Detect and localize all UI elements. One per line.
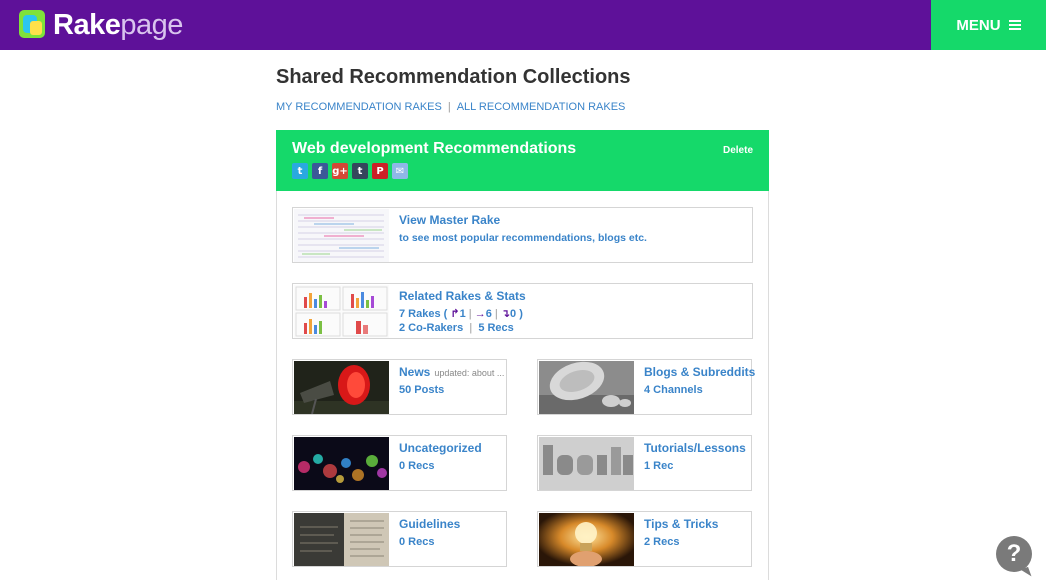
stat-separator: | (468, 308, 472, 320)
news-thumbnail (294, 361, 389, 414)
tips-title: Tips & Tricks (644, 517, 719, 531)
tips-count: 2 Recs (644, 536, 680, 548)
all-rakes-link[interactable]: ALL RECOMMENDATION RAKES (457, 101, 626, 113)
link-separator: | (447, 101, 451, 113)
rakes-down-count: 0 (510, 308, 517, 320)
guidelines-count: 0 Recs (399, 536, 435, 548)
down-arrow-icon: ↴ (500, 308, 511, 320)
news-count: 50 Posts (399, 384, 445, 396)
blogs-tile[interactable]: Blogs & Subreddits 4 Channels (537, 359, 756, 415)
menu-button[interactable]: MENU (931, 0, 1046, 50)
logo-icon (17, 9, 49, 41)
stat-separator: | (494, 308, 498, 320)
uncategorized-title: Uncategorized (399, 441, 482, 455)
related-rakes-card[interactable]: Related Rakes & Stats 7 Rakes ( ↱1 | →6 … (292, 283, 753, 339)
collection-header: Web development Recommendations Delete t… (276, 130, 769, 191)
google-plus-share-icon[interactable]: g+ (332, 163, 348, 179)
share-icons: t f g+ t P ✉ (292, 163, 408, 179)
collection-links: MY RECOMMENDATION RAKES | ALL RECOMMENDA… (276, 101, 625, 113)
rakes-count: 7 Rakes ( (399, 308, 448, 320)
guidelines-title: Guidelines (399, 517, 461, 531)
logo-wordmark: Rakepage (53, 9, 183, 41)
rakes-up-count: 1 (459, 308, 466, 320)
corakers-link[interactable]: 2 Co-Rakers (399, 322, 463, 334)
collection-title[interactable]: Web development Recommendations (292, 140, 576, 158)
related-rakes-title: Related Rakes & Stats (399, 289, 526, 303)
corakers-line: 2 Co-Rakers | 5 Recs (399, 322, 514, 334)
master-rake-thumbnail (294, 209, 389, 262)
stats-thumbnail (294, 285, 389, 338)
master-rake-card[interactable]: View Master Rake to see most popular rec… (292, 207, 753, 263)
email-share-icon[interactable]: ✉ (392, 163, 408, 179)
rakepage-logo[interactable]: Rakepage (17, 9, 183, 41)
my-rakes-link[interactable]: MY RECOMMENDATION RAKES (276, 101, 442, 113)
guidelines-thumbnail (294, 513, 389, 566)
hamburger-icon (1008, 20, 1021, 30)
uncategorized-count: 0 Recs (399, 460, 435, 472)
page-title: Shared Recommendation Collections (276, 66, 631, 88)
uncategorized-thumbnail (294, 437, 389, 490)
news-updated-note: updated: about ... (434, 368, 505, 378)
up-arrow-icon: ↱ (450, 308, 460, 320)
pinterest-share-icon[interactable]: P (372, 163, 388, 179)
blogs-title: Blogs & Subreddits (644, 365, 756, 379)
tutorials-count: 1 Rec (644, 460, 674, 472)
news-title: News updated: about ... (399, 365, 505, 379)
rakes-close-paren: ) (519, 308, 523, 320)
tips-thumbnail (539, 513, 634, 566)
tumblr-share-icon[interactable]: t (352, 163, 368, 179)
rakes-right-count: 6 (485, 308, 492, 320)
guidelines-tile[interactable]: Guidelines 0 Recs (292, 511, 507, 567)
stat-separator: | (466, 322, 476, 334)
rakes-count-line: 7 Rakes ( ↱1 | →6 | ↴0 ) (399, 307, 523, 320)
right-arrow-icon: → (474, 308, 486, 320)
uncategorized-tile[interactable]: Uncategorized 0 Recs (292, 435, 507, 491)
menu-label: MENU (956, 16, 1001, 34)
blogs-count: 4 Channels (644, 384, 703, 396)
master-rake-title: View Master Rake (399, 213, 501, 227)
tutorials-tile[interactable]: Tutorials/Lessons 1 Rec (537, 435, 752, 491)
delete-button[interactable]: Delete (723, 145, 753, 156)
top-navbar: Rakepage MENU (0, 0, 1046, 50)
tips-tile[interactable]: Tips & Tricks 2 Recs (537, 511, 752, 567)
tutorials-thumbnail (539, 437, 634, 490)
blogs-thumbnail (539, 361, 634, 414)
recs-link[interactable]: 5 Recs (478, 322, 513, 334)
master-rake-subtitle: to see most popular recommendations, blo… (399, 232, 647, 244)
tutorials-title: Tutorials/Lessons (644, 441, 746, 455)
facebook-share-icon[interactable]: f (312, 163, 328, 179)
help-icon[interactable]: ? (996, 536, 1032, 572)
news-tile[interactable]: News updated: about ... 50 Posts (292, 359, 507, 415)
twitter-share-icon[interactable]: t (292, 163, 308, 179)
